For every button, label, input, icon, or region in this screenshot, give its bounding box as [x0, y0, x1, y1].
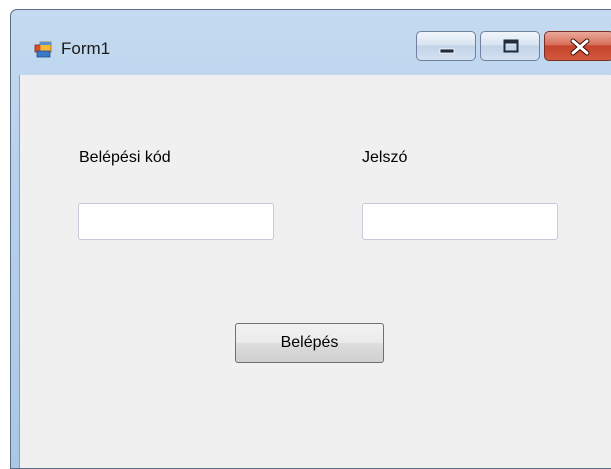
- winforms-app-icon: [34, 40, 52, 58]
- minimize-icon: [439, 48, 455, 54]
- close-icon: [570, 38, 590, 56]
- password-label: Jelszó: [362, 149, 408, 166]
- title-bar[interactable]: Form1: [11, 10, 611, 74]
- login-button[interactable]: Belépés: [235, 323, 384, 363]
- form1-window: Form1 Belépési kód Jelszó Belépés: [10, 9, 611, 469]
- maximize-icon: [503, 39, 519, 53]
- close-button[interactable]: [544, 31, 611, 61]
- password-input[interactable]: [362, 203, 558, 240]
- maximize-button[interactable]: [480, 31, 540, 61]
- form-client-area: Belépési kód Jelszó Belépés: [19, 75, 611, 468]
- login-code-input[interactable]: [78, 203, 274, 240]
- minimize-button[interactable]: [416, 31, 476, 61]
- window-title: Form1: [61, 39, 111, 58]
- login-code-label: Belépési kód: [79, 149, 171, 166]
